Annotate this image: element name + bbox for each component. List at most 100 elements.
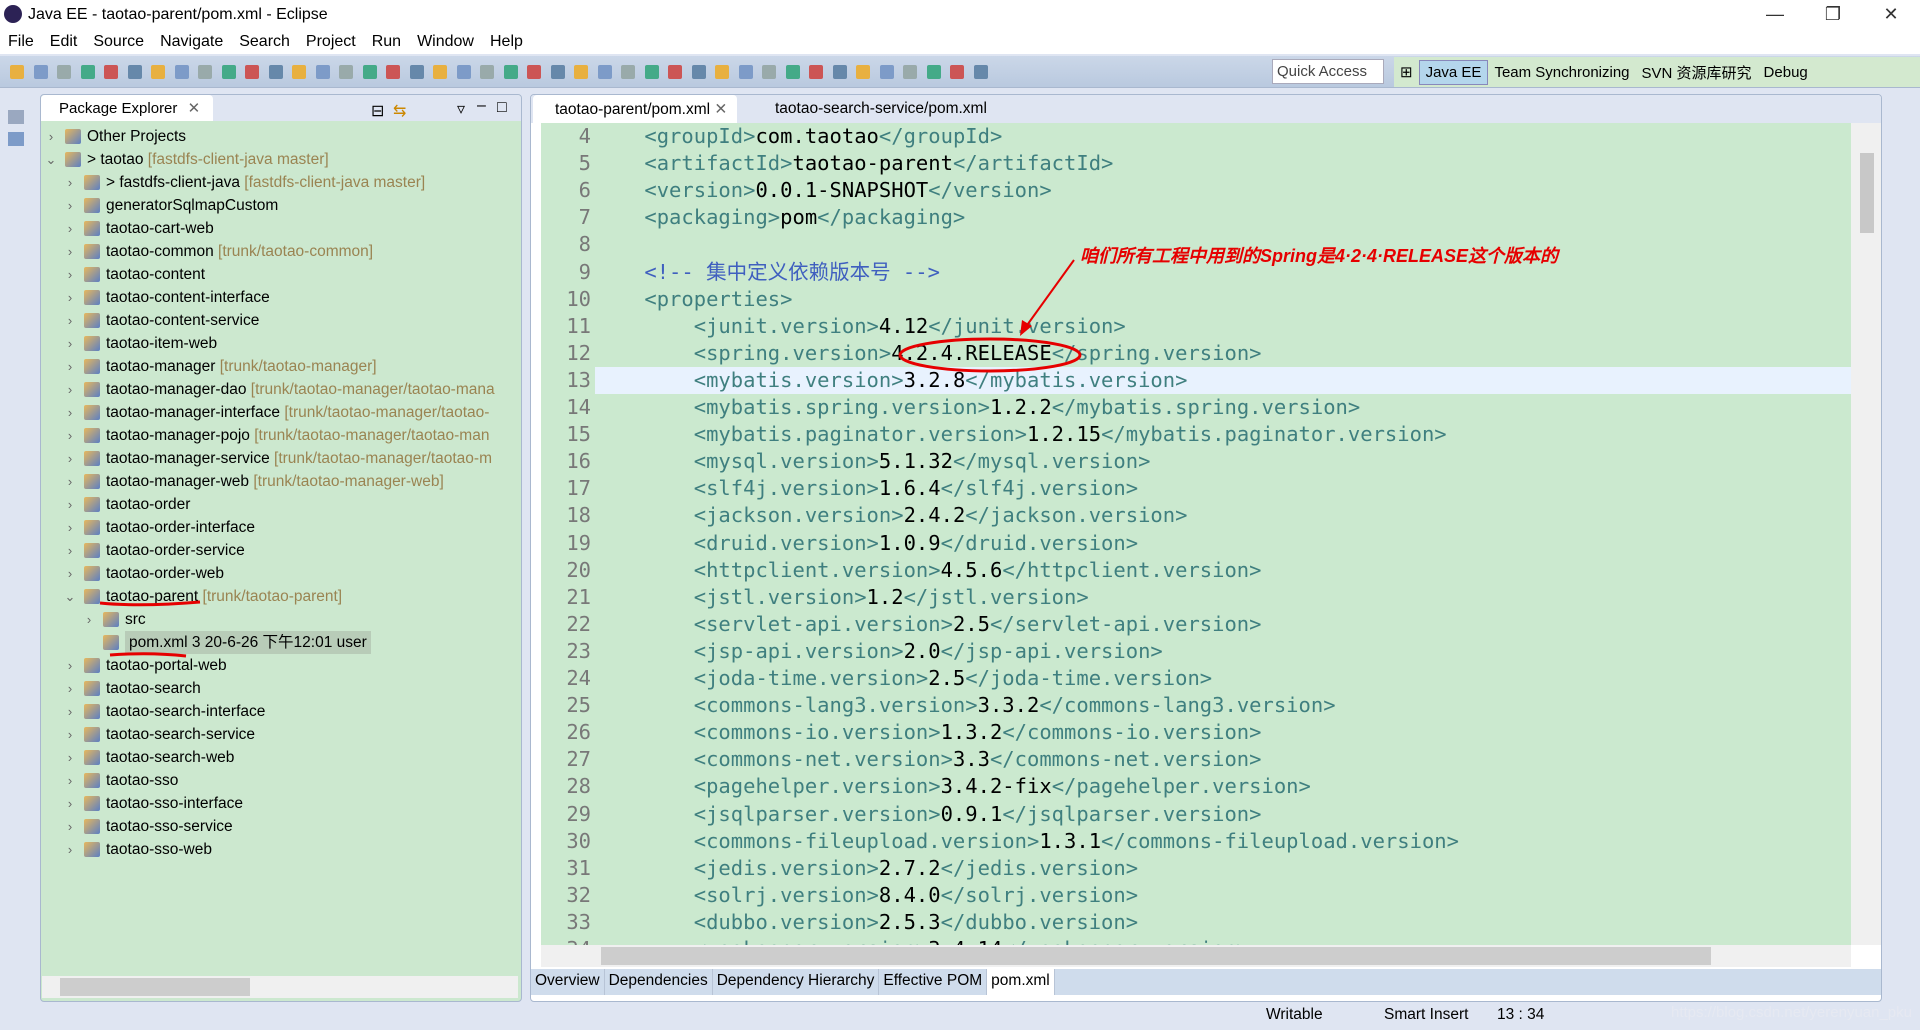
chevron-right-icon[interactable]: › (64, 516, 76, 539)
toolbar-button-icon[interactable] (362, 65, 377, 79)
toolbar-button-icon[interactable] (10, 65, 24, 79)
toolbar-button-icon[interactable] (198, 65, 212, 79)
toolbar-button-icon[interactable] (33, 65, 48, 79)
chevron-right-icon[interactable]: › (64, 309, 76, 332)
toolbar-button-icon[interactable] (480, 65, 494, 79)
chevron-right-icon[interactable]: › (64, 194, 76, 217)
perspective-svn[interactable]: SVN 资源库研究 (1636, 59, 1758, 86)
chevron-right-icon[interactable]: › (83, 608, 95, 631)
toolbar-button-icon[interactable] (597, 65, 612, 79)
toolbar-button-icon[interactable] (832, 65, 847, 79)
chevron-right-icon[interactable]: › (64, 700, 76, 723)
editor-tab-parent-pom[interactable]: taotao-parent/pom.xml ✕ (533, 95, 738, 123)
chevron-right-icon[interactable]: › (64, 286, 76, 309)
menu-project[interactable]: Project (298, 33, 364, 51)
menu-edit[interactable]: Edit (42, 33, 86, 51)
toolbar-button-icon[interactable] (809, 65, 823, 79)
toolbar-button-icon[interactable] (127, 65, 142, 79)
chevron-right-icon[interactable]: › (64, 263, 76, 286)
toolbar-button-icon[interactable] (386, 65, 400, 79)
chevron-right-icon[interactable]: › (64, 677, 76, 700)
open-perspective-icon[interactable]: ⊞ (1394, 60, 1419, 84)
close-button[interactable]: ✕ (1862, 0, 1920, 30)
toolbar-button-icon[interactable] (973, 65, 988, 79)
close-icon[interactable]: ✕ (188, 100, 201, 117)
chevron-right-icon[interactable]: › (64, 424, 76, 447)
quick-access-input[interactable] (1272, 59, 1384, 84)
toolbar-button-icon[interactable] (738, 65, 753, 79)
chevron-right-icon[interactable]: › (64, 838, 76, 861)
tab-dependencies[interactable]: Dependencies (605, 969, 713, 995)
link-editor-icon[interactable]: ⇆ (393, 101, 406, 121)
perspective-team-sync[interactable]: Team Synchronizing (1488, 61, 1635, 84)
chevron-right-icon[interactable]: › (64, 378, 76, 401)
toolbar-button-icon[interactable] (621, 65, 635, 79)
toolbar-button-icon[interactable] (762, 65, 776, 79)
chevron-right-icon[interactable]: › (64, 401, 76, 424)
toolbar-button-icon[interactable] (268, 65, 283, 79)
toolbar-button-icon[interactable] (221, 65, 236, 79)
tab-pom-xml[interactable]: pom.xml (987, 969, 1055, 995)
chevron-right-icon[interactable]: › (64, 217, 76, 240)
toolbar-button-icon[interactable] (574, 65, 588, 79)
explorer-horizontal-scrollbar[interactable] (42, 976, 518, 998)
restore-button[interactable]: ❐ (1804, 0, 1862, 30)
minimize-view-icon[interactable]: – (477, 97, 486, 115)
tab-overview[interactable]: Overview (531, 969, 605, 995)
toolbar-button-icon[interactable] (339, 65, 353, 79)
toolbar-button-icon[interactable] (550, 65, 565, 79)
chevron-right-icon[interactable]: › (64, 562, 76, 585)
menu-source[interactable]: Source (85, 33, 152, 51)
menu-run[interactable]: Run (364, 33, 409, 51)
chevron-right-icon[interactable]: › (45, 125, 57, 148)
menu-help[interactable]: Help (482, 33, 531, 51)
maximize-view-icon[interactable]: □ (497, 99, 507, 117)
hierarchy-view-icon[interactable] (8, 132, 24, 146)
menu-window[interactable]: Window (409, 33, 482, 51)
minimize-button[interactable]: — (1746, 0, 1804, 30)
chevron-right-icon[interactable]: › (64, 493, 76, 516)
tab-effective-pom[interactable]: Effective POM (879, 969, 988, 995)
chevron-down-icon[interactable]: ⌄ (64, 585, 76, 608)
toolbar-button-icon[interactable] (315, 65, 330, 79)
chevron-right-icon[interactable]: › (64, 447, 76, 470)
toolbar-button-icon[interactable] (903, 65, 917, 79)
menu-navigate[interactable]: Navigate (152, 33, 231, 51)
chevron-right-icon[interactable]: › (64, 723, 76, 746)
chevron-right-icon[interactable]: › (64, 332, 76, 355)
toolbar-button-icon[interactable] (879, 65, 894, 79)
toolbar-button-icon[interactable] (104, 65, 118, 79)
toolbar-button-icon[interactable] (409, 65, 424, 79)
toolbar-button-icon[interactable] (503, 65, 518, 79)
toolbar-button-icon[interactable] (926, 65, 941, 79)
chevron-right-icon[interactable]: › (64, 654, 76, 677)
toolbar-button-icon[interactable] (433, 65, 447, 79)
chevron-right-icon[interactable]: › (64, 539, 76, 562)
toolbar-button-icon[interactable] (950, 65, 964, 79)
toolbar-button-icon[interactable] (292, 65, 306, 79)
perspective-java-ee[interactable]: Java EE (1418, 59, 1489, 85)
menu-search[interactable]: Search (231, 33, 298, 51)
chevron-right-icon[interactable]: › (64, 746, 76, 769)
perspective-debug[interactable]: Debug (1758, 61, 1814, 84)
chevron-right-icon[interactable]: › (64, 815, 76, 838)
horizontal-scrollbar[interactable] (541, 945, 1851, 967)
toolbar-button-icon[interactable] (174, 65, 189, 79)
chevron-right-icon[interactable]: › (64, 470, 76, 493)
editor-tab-search-service-pom[interactable]: taotao-search-service/pom.xml (753, 95, 997, 123)
toolbar-button-icon[interactable] (57, 65, 71, 79)
chevron-right-icon[interactable]: › (64, 792, 76, 815)
close-icon[interactable]: ✕ (714, 101, 727, 118)
chevron-down-icon[interactable]: ⌄ (45, 148, 57, 171)
toolbar-button-icon[interactable] (527, 65, 541, 79)
toolbar-button-icon[interactable] (856, 65, 870, 79)
toolbar-button-icon[interactable] (691, 65, 706, 79)
toolbar-button-icon[interactable] (456, 65, 471, 79)
toolbar-button-icon[interactable] (668, 65, 682, 79)
toolbar-button-icon[interactable] (785, 65, 800, 79)
tab-dependency-hierarchy[interactable]: Dependency Hierarchy (713, 969, 880, 995)
menu-file[interactable]: File (0, 33, 42, 51)
toolbar-button-icon[interactable] (80, 65, 95, 79)
toolbar-button-icon[interactable] (151, 65, 165, 79)
view-menu-icon[interactable]: ▿ (457, 99, 465, 119)
